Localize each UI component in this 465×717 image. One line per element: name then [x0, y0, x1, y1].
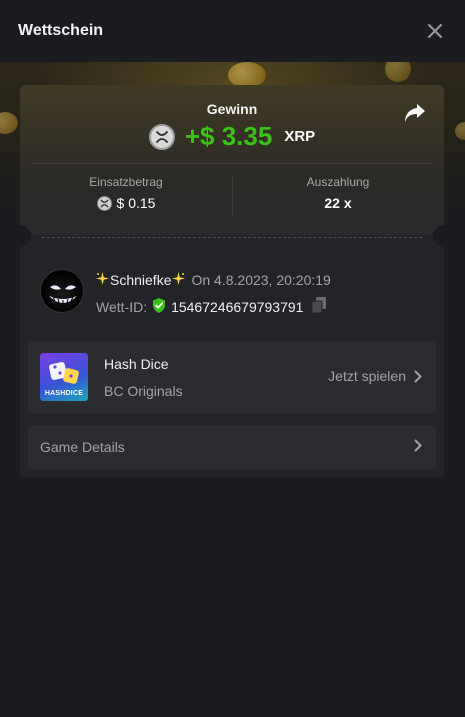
win-amount: +$ 3.35: [184, 121, 273, 151]
stake-value: $ 0.15: [116, 195, 156, 211]
stake-value-row: $ 0.15: [20, 195, 232, 211]
modal-header: Wettschein: [0, 0, 465, 62]
bet-id-line: Wett-ID: 15467246679793791: [96, 297, 327, 316]
sparkle-icon: [96, 272, 109, 288]
payout-value: 22 x: [324, 195, 352, 211]
xrp-icon: [96, 195, 112, 211]
stake-column: Einsatzbetrag $ 0.15: [20, 175, 232, 211]
play-now-label: Jetzt spielen: [328, 368, 406, 384]
win-row: +$ 3.35 XRP: [20, 121, 444, 152]
ticket-notch-left: [9, 225, 31, 247]
play-now-link[interactable]: Jetzt spielen: [328, 368, 422, 384]
stake-label: Einsatzbetrag: [89, 175, 163, 189]
game-details-row[interactable]: Game Details: [28, 425, 436, 469]
win-currency: XRP: [284, 128, 316, 145]
win-label: Gewinn: [206, 101, 258, 117]
xrp-icon: [148, 123, 175, 150]
copy-icon[interactable]: [311, 297, 327, 316]
game-title: Hash Dice: [104, 356, 169, 372]
game-thumb-text: HASHDICE: [44, 390, 84, 397]
bet-id-value: 15467246679793791: [171, 298, 304, 315]
ticket-header: Gewinn +$ 3.35 XRP Einsatzbetrag $ 0.15 …: [20, 85, 444, 235]
divider: [32, 163, 432, 164]
payout-column: Auszahlung 22 x: [232, 175, 444, 211]
avatar[interactable]: [40, 269, 84, 313]
game-details-label: Game Details: [40, 439, 125, 455]
sparkle-icon: [172, 272, 186, 288]
modal-title: Wettschein: [18, 22, 104, 39]
share-icon: [405, 104, 425, 122]
share-button[interactable]: [404, 103, 428, 125]
game-thumbnail: HASHDICE: [40, 353, 88, 401]
shield-check-icon: [152, 297, 166, 316]
close-icon: [428, 24, 442, 38]
game-provider: BC Originals: [104, 383, 183, 399]
payout-label: Auszahlung: [306, 175, 370, 189]
ticket-notch-right: [433, 225, 455, 247]
user-line: Schniefke On 4.8.2023, 20:20:19: [96, 272, 331, 288]
dashed-separator: [42, 237, 422, 238]
bet-ticket: Gewinn +$ 3.35 XRP Einsatzbetrag $ 0.15 …: [9, 85, 455, 477]
bet-date: On 4.8.2023, 20:20:19: [191, 272, 331, 288]
close-button[interactable]: [423, 19, 447, 43]
user-name[interactable]: Schniefke: [110, 272, 171, 288]
chevron-right-icon: [414, 439, 422, 452]
game-card[interactable]: HASHDICE Hash Dice BC Originals Jetzt sp…: [28, 341, 436, 413]
bet-id-label: Wett-ID:: [96, 298, 148, 315]
chevron-right-icon: [414, 370, 422, 382]
